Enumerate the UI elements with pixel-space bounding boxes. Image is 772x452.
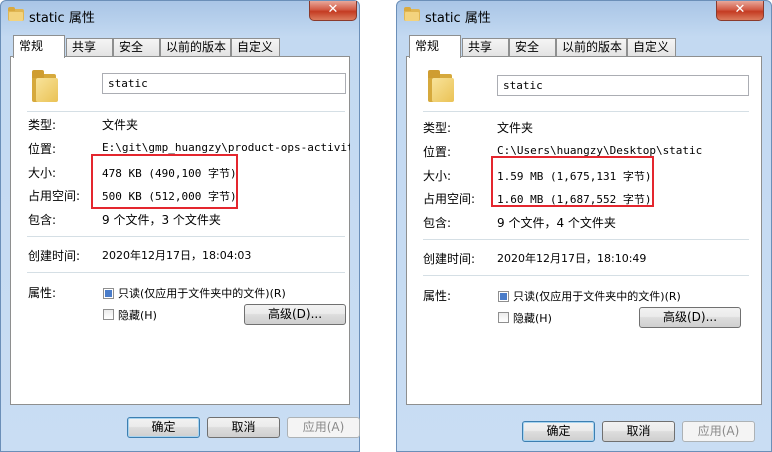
location-label: 位置: <box>28 142 57 156</box>
type-label: 类型: <box>423 121 452 135</box>
tab-general[interactable]: 常规 <box>409 35 461 58</box>
title-bar[interactable]: static 属性 ✕ <box>1 1 359 29</box>
hidden-label: 隐藏(H) <box>118 309 157 322</box>
folder-name-input[interactable]: static <box>102 73 346 94</box>
contains-label: 包含: <box>28 213 57 227</box>
readonly-label: 只读(仅应用于文件夹中的文件)(R) <box>118 287 286 300</box>
location-label: 位置: <box>423 145 452 159</box>
window-title: static 属性 <box>425 11 491 26</box>
contains-value: 9 个文件，3 个文件夹 <box>102 213 221 227</box>
properties-window-right: static 属性 ✕ 常规 共享 安全 以前的版本 自定义 static 类型… <box>396 0 772 452</box>
properties-window-left: static 属性 ✕ 常规 共享 安全 以前的版本 自定义 static 类型… <box>0 0 360 452</box>
tab-previous-versions[interactable]: 以前的版本 <box>160 38 231 56</box>
tab-customize[interactable]: 自定义 <box>627 38 676 56</box>
advanced-button[interactable]: 高级(D)... <box>639 307 741 328</box>
highlight-box-left <box>91 154 238 209</box>
close-button[interactable]: ✕ <box>309 1 357 21</box>
contains-value: 9 个文件，4 个文件夹 <box>497 216 616 230</box>
attributes-label: 属性: <box>28 286 57 300</box>
tab-security[interactable]: 安全 <box>113 38 160 56</box>
cancel-button[interactable]: 取消 <box>207 417 280 438</box>
title-bar[interactable]: static 属性 ✕ <box>397 1 771 29</box>
apply-button[interactable]: 应用(A) <box>682 421 755 442</box>
type-label: 类型: <box>28 118 57 132</box>
tab-previous-versions[interactable]: 以前的版本 <box>556 38 627 56</box>
hidden-checkbox[interactable] <box>498 312 509 323</box>
type-value: 文件夹 <box>102 118 139 132</box>
tab-sharing[interactable]: 共享 <box>66 38 113 56</box>
contains-label: 包含: <box>423 216 452 230</box>
created-value: 2020年12月17日，18:04:03 <box>102 249 252 262</box>
folder-icon <box>32 70 60 102</box>
ok-button[interactable]: 确定 <box>127 417 200 438</box>
folder-icon <box>8 7 24 21</box>
folder-name-input[interactable]: static <box>497 75 749 96</box>
tab-customize[interactable]: 自定义 <box>231 38 280 56</box>
size-on-disk-label: 占用空间: <box>28 189 81 203</box>
tab-security[interactable]: 安全 <box>509 38 556 56</box>
close-button[interactable]: ✕ <box>716 1 764 21</box>
apply-button[interactable]: 应用(A) <box>287 417 360 438</box>
created-label: 创建时间: <box>28 249 81 263</box>
cancel-button[interactable]: 取消 <box>602 421 675 442</box>
readonly-checkbox[interactable] <box>103 288 114 299</box>
size-label: 大小: <box>28 166 57 180</box>
readonly-label: 只读(仅应用于文件夹中的文件)(R) <box>513 290 681 303</box>
ok-button[interactable]: 确定 <box>522 421 595 442</box>
divider <box>423 239 749 240</box>
size-on-disk-label: 占用空间: <box>423 192 476 206</box>
highlight-box-right <box>491 156 654 207</box>
type-value: 文件夹 <box>497 121 534 135</box>
tab-general[interactable]: 常规 <box>13 35 65 58</box>
divider <box>423 275 749 276</box>
divider <box>27 272 345 273</box>
tab-strip: 常规 共享 安全 以前的版本 自定义 <box>406 35 762 58</box>
folder-icon <box>404 7 420 21</box>
tab-strip: 常规 共享 安全 以前的版本 自定义 <box>10 35 350 58</box>
created-label: 创建时间: <box>423 252 476 266</box>
size-label: 大小: <box>423 169 452 183</box>
tab-sharing[interactable]: 共享 <box>462 38 509 56</box>
hidden-checkbox[interactable] <box>103 309 114 320</box>
divider <box>423 111 749 112</box>
divider <box>27 236 345 237</box>
general-panel: static 类型: 文件夹 位置: C:\Users\huangzy\Desk… <box>406 56 762 405</box>
attributes-label: 属性: <box>423 289 452 303</box>
hidden-label: 隐藏(H) <box>513 312 552 325</box>
advanced-button[interactable]: 高级(D)... <box>244 304 346 325</box>
folder-icon <box>428 70 456 102</box>
created-value: 2020年12月17日，18:10:49 <box>497 252 647 265</box>
location-value: E:\git\gmp_huangzy\product-ops-activity\… <box>102 141 350 154</box>
divider <box>27 111 345 112</box>
general-panel: static 类型: 文件夹 位置: E:\git\gmp_huangzy\pr… <box>10 56 350 405</box>
window-title: static 属性 <box>29 11 95 26</box>
readonly-checkbox[interactable] <box>498 291 509 302</box>
